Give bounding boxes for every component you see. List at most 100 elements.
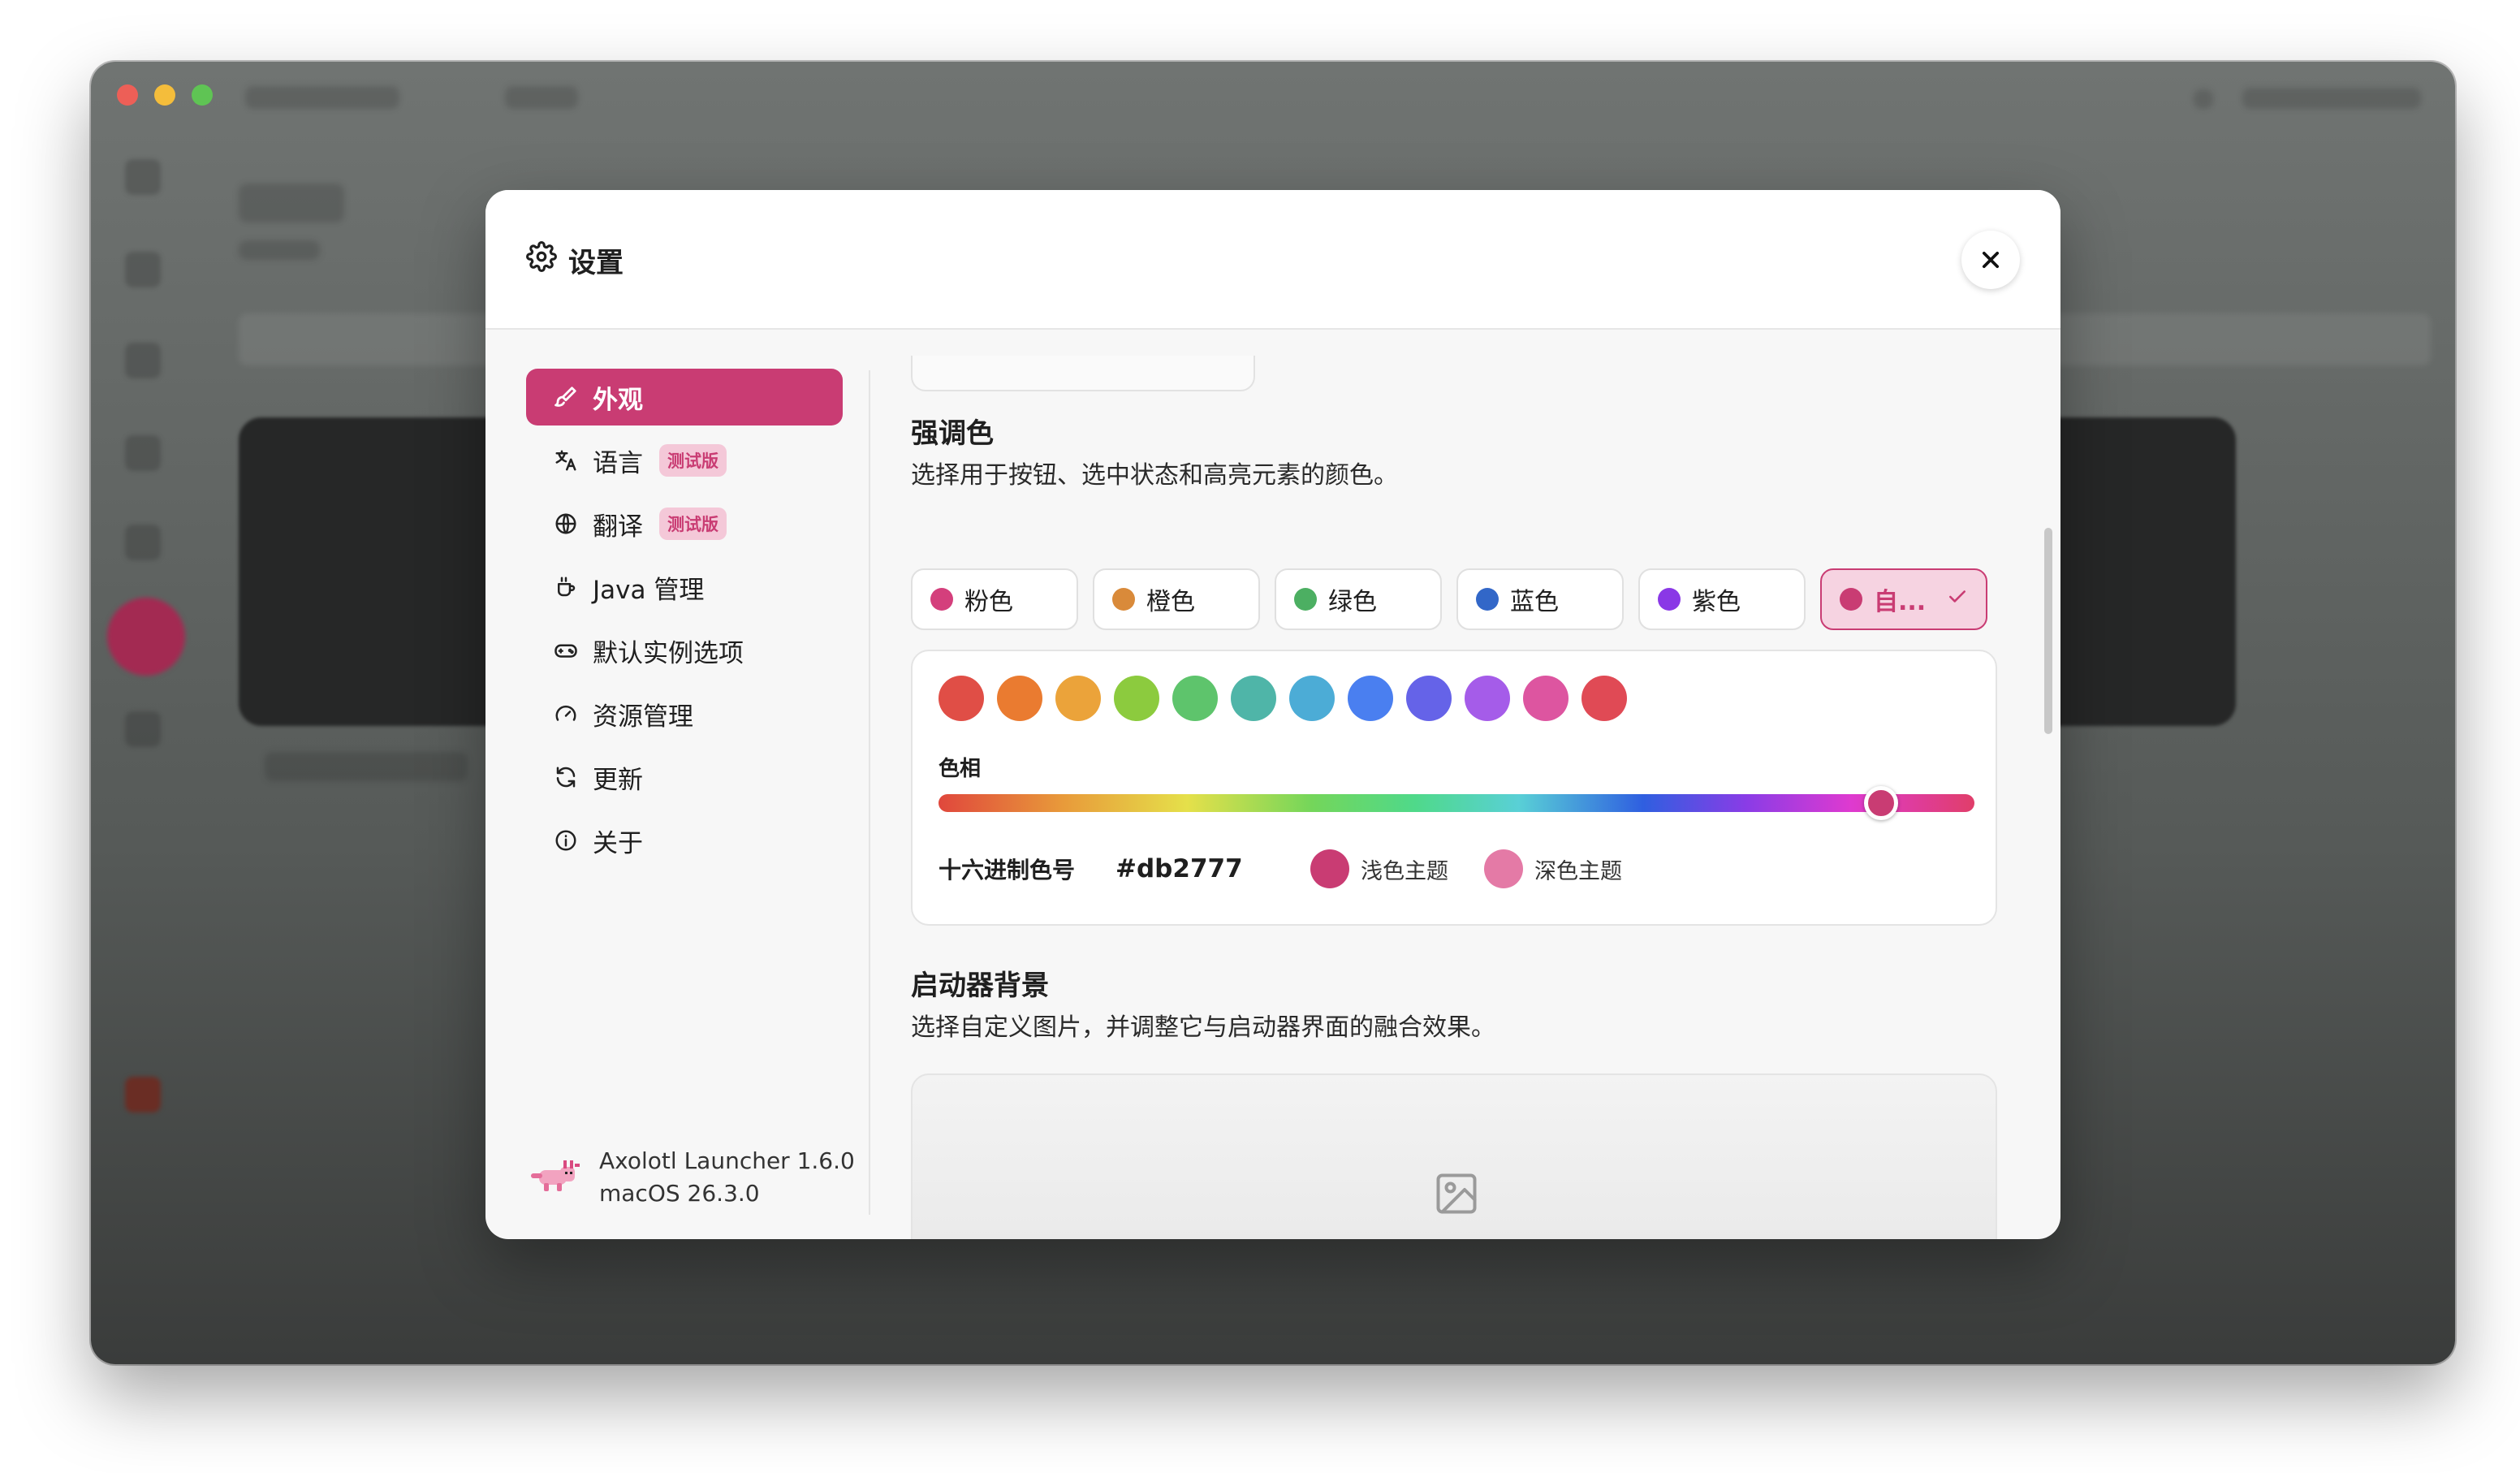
nav-item-language[interactable]: 语言 测试版	[526, 432, 843, 489]
dialog-header: 设置	[485, 190, 2060, 330]
close-icon	[1982, 251, 2000, 269]
check-icon	[1947, 585, 1968, 614]
hex-row: 十六进制色号 #db2777 浅色主题 深色主题	[939, 849, 1658, 888]
color-swatch[interactable]	[1114, 676, 1159, 721]
settings-dialog: 设置 外观 语言 测试版 翻译 测试版 Java 管理 默认实例选项 资源管理 …	[485, 190, 2060, 1239]
info-icon	[552, 827, 580, 854]
color-swatch[interactable]	[1231, 676, 1276, 721]
preset-label: 绿色	[1328, 588, 1377, 616]
axolotl-logo-icon	[528, 1156, 581, 1199]
blurred-avatar	[107, 598, 185, 676]
color-swatch[interactable]	[1055, 676, 1101, 721]
dialog-title: 设置	[526, 240, 624, 280]
color-dot	[1840, 588, 1862, 611]
preset-label: 橙色	[1146, 588, 1195, 616]
nav-item-label: 更新	[593, 765, 643, 795]
nav-item-updates[interactable]: 更新	[526, 749, 843, 806]
preset-label: 粉色	[964, 588, 1013, 616]
beta-badge: 测试版	[659, 508, 727, 540]
color-swatch[interactable]	[1348, 676, 1393, 721]
preset-label: 紫色	[1692, 588, 1741, 616]
color-swatch[interactable]	[1406, 676, 1452, 721]
hue-slider-thumb[interactable]	[1864, 786, 1899, 820]
nav-item-label: 语言	[593, 448, 643, 478]
color-swatch[interactable]	[939, 676, 984, 721]
color-dot	[930, 588, 953, 611]
blurred-sidebar-icon	[125, 525, 161, 560]
window-close-button[interactable]	[117, 84, 138, 106]
dark-theme-dot	[1484, 849, 1524, 888]
version-text: Axolotl Launcher 1.6.0 macOS 26.3.0	[599, 1145, 855, 1210]
coffee-icon	[552, 573, 580, 601]
custom-color-picker: 色相 十六进制色号 #db2777 浅色主题 深色主题	[911, 650, 1997, 926]
nav-item-label: 资源管理	[593, 702, 693, 732]
blurred-card-title	[265, 752, 468, 781]
preset-label: 自...	[1874, 588, 1927, 616]
translate-icon	[552, 447, 580, 474]
brush-icon	[552, 383, 580, 411]
nav-item-default-instance[interactable]: 默认实例选项	[526, 622, 843, 679]
gamepad-icon	[552, 637, 580, 664]
hue-label: 色相	[939, 757, 982, 781]
preset-orange[interactable]: 橙色	[1093, 568, 1260, 630]
background-image-dropzone[interactable]	[911, 1073, 1997, 1239]
nav-item-label: 翻译	[593, 512, 643, 542]
color-dot	[1112, 588, 1135, 611]
nav-divider	[869, 370, 870, 1215]
image-icon	[1432, 1169, 1481, 1221]
os-version: macOS 26.3.0	[599, 1180, 760, 1207]
blurred-toolbar-text	[2242, 88, 2421, 109]
settings-content[interactable]: 强调色 选择用于按钮、选中状态和高亮元素的颜色。 粉色 橙色 绿色 蓝色 紫色	[908, 356, 2023, 1239]
app-version: Axolotl Launcher 1.6.0	[599, 1147, 855, 1174]
light-theme-dot	[1310, 849, 1350, 888]
color-swatches	[939, 676, 1627, 721]
accent-section-title: 强调色	[911, 417, 994, 450]
nav-item-translation[interactable]: 翻译 测试版	[526, 495, 843, 552]
color-swatch[interactable]	[1523, 676, 1569, 721]
color-swatch[interactable]	[997, 676, 1042, 721]
previous-option-pill[interactable]	[911, 356, 1255, 391]
blurred-sidebar-icon	[125, 711, 161, 747]
preset-blue[interactable]: 蓝色	[1456, 568, 1624, 630]
version-info: Axolotl Launcher 1.6.0 macOS 26.3.0	[528, 1145, 855, 1210]
light-theme-preview: 浅色主题	[1310, 849, 1448, 888]
gear-icon	[526, 241, 557, 279]
content-scrollbar[interactable]	[2044, 528, 2052, 734]
hex-input[interactable]: #db2777	[1115, 854, 1310, 883]
window-zoom-button[interactable]	[192, 84, 213, 106]
color-swatch[interactable]	[1465, 676, 1510, 721]
hue-slider[interactable]	[939, 794, 1974, 812]
color-dot	[1476, 588, 1499, 611]
nav-item-java[interactable]: Java 管理	[526, 559, 843, 616]
color-swatch[interactable]	[1289, 676, 1335, 721]
gauge-icon	[552, 700, 580, 728]
accent-presets: 粉色 橙色 绿色 蓝色 紫色 自...	[911, 568, 1987, 630]
nav-item-resources[interactable]: 资源管理	[526, 685, 843, 742]
window-titlebar	[91, 62, 2455, 136]
background-section-title: 启动器背景	[911, 970, 1049, 1002]
preset-purple[interactable]: 紫色	[1638, 568, 1806, 630]
blurred-subtitle	[239, 240, 320, 260]
preset-custom[interactable]: 自...	[1820, 568, 1987, 630]
blurred-sidebar-icon	[125, 1077, 161, 1112]
nav-item-label: 关于	[593, 828, 643, 858]
color-dot	[1294, 588, 1317, 611]
nav-item-appearance[interactable]: 外观	[526, 369, 843, 425]
close-button[interactable]	[1961, 231, 2020, 289]
preset-green[interactable]: 绿色	[1275, 568, 1442, 630]
globe-icon	[552, 510, 580, 538]
background-section-description: 选择自定义图片，并调整它与启动器界面的融合效果。	[911, 1013, 1495, 1042]
preset-pink[interactable]: 粉色	[911, 568, 1078, 630]
dialog-title-text: 设置	[568, 247, 624, 279]
color-dot	[1658, 588, 1681, 611]
nav-item-about[interactable]: 关于	[526, 812, 843, 869]
light-theme-label: 浅色主题	[1361, 858, 1449, 884]
blurred-page-title	[239, 184, 344, 222]
nav-item-label: 外观	[593, 385, 643, 415]
color-swatch[interactable]	[1581, 676, 1627, 721]
window-minimize-button[interactable]	[154, 84, 175, 106]
blurred-sidebar-icon	[125, 435, 161, 471]
settings-nav: 外观 语言 测试版 翻译 测试版 Java 管理 默认实例选项 资源管理 更新 …	[526, 369, 843, 875]
color-swatch[interactable]	[1172, 676, 1218, 721]
blurred-breadcrumb	[505, 86, 578, 109]
